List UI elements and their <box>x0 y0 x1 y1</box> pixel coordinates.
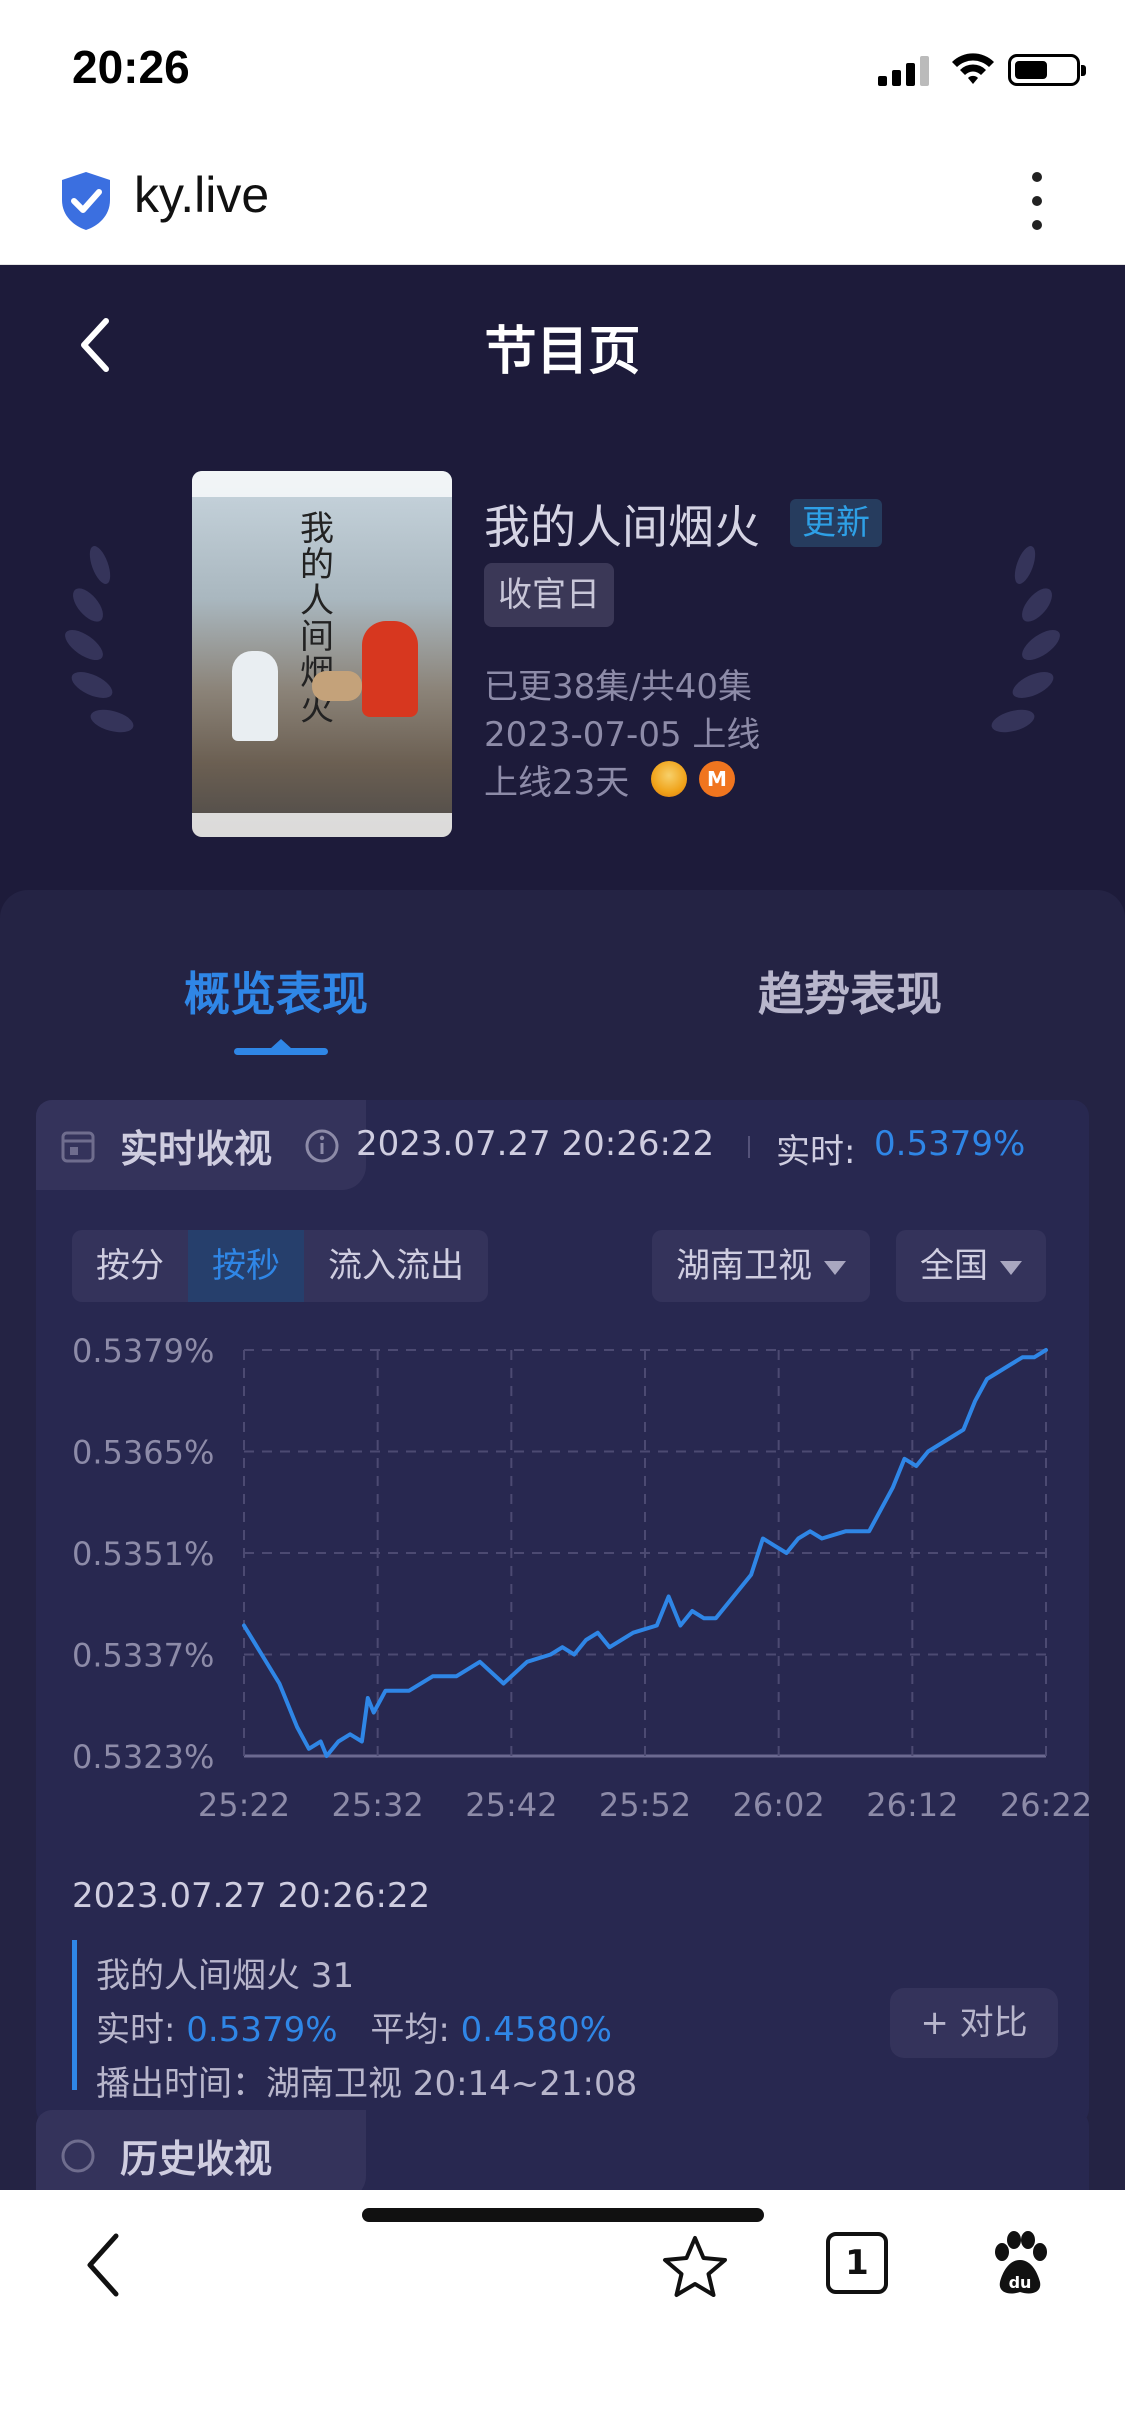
history-panel: 历史收视 <box>36 2110 1089 2190</box>
detail-timestamp: 2023.07.27 20:26:22 <box>72 1876 431 1916</box>
browser-url-bar[interactable]: ky.live <box>0 140 1125 265</box>
segment-second[interactable]: 按秒 <box>188 1230 304 1302</box>
back-arrow-icon[interactable] <box>80 2230 126 2300</box>
segment-minute[interactable]: 按分 <box>72 1230 188 1302</box>
page-title: 节目页 <box>484 322 641 382</box>
update-badge: 更新 <box>790 499 882 547</box>
signal-icon <box>878 56 929 86</box>
battery-level <box>1015 61 1047 79</box>
browser-toolbar: 1 du <box>0 2190 1125 2436</box>
detail-accent-bar <box>72 1940 77 2090</box>
x-tick-label: 26:12 <box>866 1786 958 1824</box>
info-icon[interactable] <box>304 1128 340 1164</box>
y-tick-label: 0.5379% <box>72 1332 214 1370</box>
svg-text:du: du <box>1009 2273 1032 2292</box>
overview-card: 概览表现 趋势表现 实时收视 2023.07.27 20:26:22 实时: 0… <box>0 890 1125 2190</box>
shield-check-icon <box>62 172 110 230</box>
panel-title: 实时收视 <box>120 1127 273 1171</box>
finale-tag: 收官日 <box>484 563 614 627</box>
divider <box>748 1136 750 1158</box>
tabs-count-button[interactable]: 1 <box>826 2232 888 2294</box>
calendar-icon <box>61 1131 95 1163</box>
detail-ratings: 实时: 0.5379% 平均: 0.4580% <box>96 2002 612 2051</box>
channel-dropdown[interactable]: 湖南卫视 <box>652 1230 870 1302</box>
more-vertical-icon[interactable] <box>1022 166 1052 238</box>
ratings-line-chart[interactable]: 0.5323% 0.5337% 0.5351% 0.5365% 0.5379% 25:22… <box>36 1330 1089 1870</box>
granularity-segmented-control: 按分 按秒 流入流出 <box>72 1230 488 1302</box>
show-poster[interactable]: 我的人间烟火 <box>192 471 452 837</box>
region-dropdown[interactable]: 全国 <box>896 1230 1046 1302</box>
y-tick-label: 0.5337% <box>72 1637 214 1675</box>
laurel-right-icon <box>991 546 1060 733</box>
x-tick-label: 25:32 <box>332 1786 424 1824</box>
battery-icon <box>1008 54 1086 86</box>
wifi-icon <box>952 53 994 84</box>
star-icon[interactable] <box>660 2234 730 2300</box>
caret-down-icon <box>1000 1260 1022 1275</box>
compare-button[interactable]: + 对比 <box>890 1988 1058 2058</box>
mgtv-icon: M <box>699 761 735 797</box>
poster-credit-strip <box>192 813 452 837</box>
home-indicator <box>362 2208 764 2222</box>
detail-rt-value: 0.5379% <box>186 2010 338 2050</box>
x-tick-label: 26:02 <box>733 1786 825 1824</box>
status-bar: 20:26 <box>0 0 1125 140</box>
caret-down-icon <box>824 1260 846 1275</box>
poster-figure <box>362 621 418 717</box>
poster-logo-strip <box>192 471 452 497</box>
days-online: 上线23天 <box>484 763 630 803</box>
history-icon <box>61 2139 95 2173</box>
tab-trend[interactable]: 趋势表现 <box>758 958 942 1024</box>
status-time: 20:26 <box>72 41 190 93</box>
detail-broadcast: 播出时间：湖南卫视 20:14~21:08 <box>96 2064 638 2104</box>
x-tick-label: 26:22 <box>1000 1786 1089 1824</box>
x-tick-label: 25:22 <box>198 1786 290 1824</box>
x-tick-label: 25:52 <box>599 1786 691 1824</box>
realtime-panel: 实时收视 2023.07.27 20:26:22 实时: 0.5379% 按分 … <box>36 1100 1089 2125</box>
panel-header: 实时收视 <box>36 1100 366 1190</box>
url-text[interactable]: ky.live <box>134 166 269 224</box>
y-tick-label: 0.5351% <box>72 1535 214 1573</box>
region-value: 全国 <box>920 1246 988 1286</box>
tab-active-indicator <box>234 1039 328 1055</box>
program-page: 节目页 我的人间烟火 我的人间烟火 更新 收官日 已更38集/共40集 2023… <box>0 265 1125 2190</box>
detail-avg-value: 0.4580% <box>460 2010 612 2050</box>
channel-value: 湖南卫视 <box>676 1246 812 1286</box>
realtime-timestamp: 2023.07.27 20:26:22 <box>356 1124 715 1164</box>
realtime-value: 0.5379% <box>874 1124 1026 1164</box>
detail-rt-label: 实时: <box>96 2010 176 2050</box>
baidu-paw-icon[interactable]: du <box>990 2230 1050 2300</box>
y-tick-label: 0.5323% <box>72 1738 214 1776</box>
detail-program: 我的人间烟火 31 <box>96 1956 355 1996</box>
detail-avg-label: 平均: <box>370 2010 450 2050</box>
panel-title: 历史收视 <box>120 2137 273 2181</box>
panel-header: 历史收视 <box>36 2110 366 2190</box>
poster-figure <box>312 671 362 701</box>
mango-tv-icon <box>651 761 687 797</box>
episode-count: 已更38集/共40集 <box>484 667 752 707</box>
laurel-left-icon <box>65 546 134 733</box>
tab-overview[interactable]: 概览表现 <box>184 958 368 1024</box>
realtime-label: 实时: <box>776 1132 856 1172</box>
poster-figure <box>232 651 278 741</box>
y-tick-label: 0.5365% <box>72 1434 214 1472</box>
show-name: 我的人间烟火 <box>484 500 760 554</box>
x-tick-label: 25:42 <box>465 1786 557 1824</box>
air-date: 2023-07-05 上线 <box>484 715 761 755</box>
segment-inflow-outflow[interactable]: 流入流出 <box>304 1230 488 1302</box>
